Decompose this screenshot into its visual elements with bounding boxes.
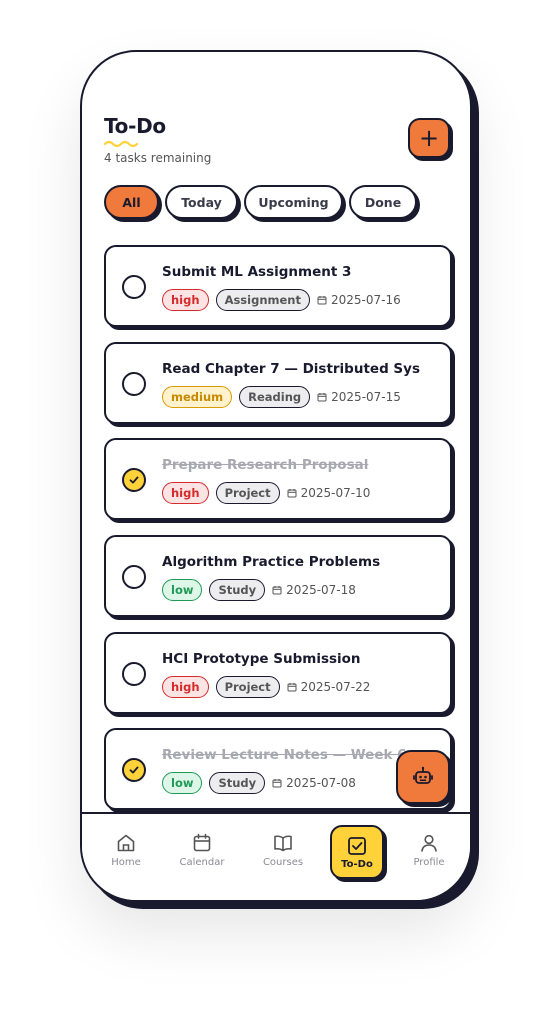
category-badge: Project: [215, 482, 280, 505]
due-date-text: 2025-07-16: [330, 293, 401, 307]
task-meta: medium Reading 2025-07-15: [162, 385, 401, 408]
task-title: Review Lecture Notes — Week 6: [162, 747, 407, 764]
priority-badge: high: [162, 482, 209, 505]
calendar-icon: [287, 682, 297, 692]
task-title: Algorithm Practice Problems: [162, 554, 381, 571]
task-title: Read Chapter 7 — Distributed Sys: [162, 360, 420, 377]
nav-label: Profile: [413, 857, 445, 868]
due-date: 2025-07-15: [317, 390, 401, 404]
filter-today[interactable]: Today: [165, 185, 238, 219]
home-icon: [117, 834, 135, 852]
task-title: HCI Prototype Submission: [162, 650, 361, 667]
due-date-text: 2025-07-10: [300, 486, 371, 501]
due-date: 2025-07-08: [272, 776, 356, 790]
filter-done[interactable]: Done: [349, 185, 417, 219]
priority-badge: low: [162, 772, 203, 795]
nav-home[interactable]: Home: [96, 832, 156, 868]
checkmark-icon: [129, 766, 139, 774]
calendar-icon: [272, 586, 282, 595]
checkbox-icon: [348, 836, 366, 855]
nav-profile[interactable]: Profile: [399, 832, 459, 868]
task-card[interactable]: Read Chapter 7 — Distributed Sys medium …: [104, 341, 452, 424]
filter-all[interactable]: All: [104, 185, 159, 219]
due-date-text: 2025-07-18: [286, 583, 356, 598]
header: To-Do 4 tasks remaining: [104, 114, 211, 165]
task-checkbox[interactable]: [122, 758, 146, 783]
category-badge: Project: [215, 675, 280, 698]
nav-calendar[interactable]: Calendar: [172, 832, 232, 868]
category-badge: Study: [209, 772, 266, 795]
checkmark-icon: [129, 476, 139, 484]
phone-frame: To-Do 4 tasks remaining + All Today Upco…: [80, 50, 472, 902]
plus-icon: +: [418, 124, 440, 152]
task-meta: high Assignment 2025-07-16: [162, 289, 401, 311]
nav-courses[interactable]: Courses: [253, 832, 313, 868]
bottom-nav: Home Calendar Courses To-Do Profile: [82, 812, 470, 900]
book-icon: [274, 835, 292, 852]
squiggle-underline: [104, 140, 139, 147]
nav-label: To-Do: [341, 858, 373, 870]
page-title: To-Do: [104, 114, 166, 138]
due-date-text: 2025-07-08: [286, 776, 356, 791]
calendar-icon: [193, 833, 211, 852]
task-checkbox[interactable]: [122, 275, 146, 299]
due-date: 2025-07-22: [287, 679, 371, 694]
calendar-icon: [287, 489, 297, 498]
task-card[interactable]: Algorithm Practice Problems low Study 20…: [104, 535, 452, 618]
user-icon: [421, 834, 437, 852]
due-date-text: 2025-07-15: [331, 389, 401, 404]
task-meta: high Project 2025-07-10: [162, 482, 371, 505]
robot-icon: [413, 766, 433, 784]
priority-badge: high: [162, 675, 209, 698]
task-card[interactable]: Submit ML Assignment 3 high Assignment 2…: [104, 245, 452, 327]
task-title: Prepare Research Proposal: [162, 457, 369, 474]
priority-badge: low: [162, 579, 203, 602]
task-meta: low Study 2025-07-18: [162, 579, 356, 602]
tasks-remaining: 4 tasks remaining: [104, 151, 212, 165]
task-checkbox[interactable]: [122, 468, 146, 493]
task-meta: high Project 2025-07-22: [162, 675, 371, 698]
calendar-icon: [272, 779, 282, 788]
nav-label: Courses: [262, 857, 304, 868]
category-badge: Reading: [239, 385, 311, 408]
nav-label: Calendar: [179, 857, 225, 868]
priority-badge: medium: [162, 385, 233, 408]
task-list: Submit ML Assignment 3 high Assignment 2…: [104, 245, 452, 825]
task-meta: low Study 2025-07-08: [162, 772, 356, 795]
due-date: 2025-07-10: [287, 486, 371, 501]
priority-badge: high: [162, 289, 209, 311]
calendar-icon: [317, 392, 327, 402]
ai-assistant-button[interactable]: [396, 750, 450, 804]
due-date-text: 2025-07-22: [300, 679, 371, 694]
calendar-icon: [317, 296, 327, 305]
nav-todo[interactable]: To-Do: [330, 825, 384, 879]
category-badge: Study: [209, 579, 266, 602]
task-checkbox[interactable]: [122, 371, 146, 396]
add-task-button[interactable]: +: [408, 118, 450, 158]
due-date: 2025-07-18: [272, 583, 356, 597]
due-date: 2025-07-16: [317, 293, 401, 307]
nav-label: Home: [111, 857, 141, 868]
task-card[interactable]: Prepare Research Proposal high Project 2…: [104, 438, 452, 521]
task-title: Submit ML Assignment 3: [162, 264, 352, 280]
task-card[interactable]: HCI Prototype Submission high Project 20…: [104, 631, 452, 714]
task-checkbox[interactable]: [122, 661, 146, 686]
task-checkbox[interactable]: [122, 565, 146, 590]
filter-chips: All Today Upcoming Done: [104, 185, 417, 219]
filter-upcoming[interactable]: Upcoming: [244, 185, 343, 219]
category-badge: Assignment: [215, 289, 310, 311]
